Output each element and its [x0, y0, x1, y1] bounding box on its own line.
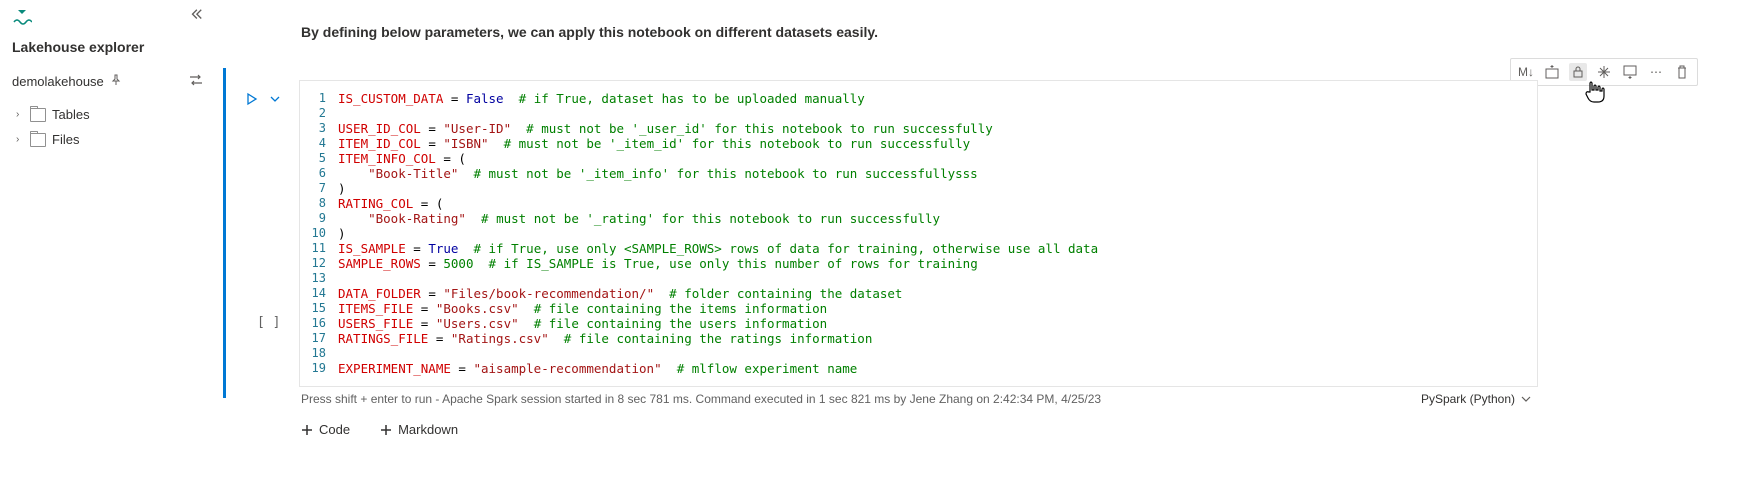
code-line[interactable]: 13: [300, 271, 1537, 286]
line-number: 3: [300, 121, 338, 136]
code-content[interactable]: USER_ID_COL = "User-ID" # must not be '_…: [338, 121, 1537, 136]
run-menu-chevron-icon[interactable]: [269, 93, 281, 108]
line-number: 10: [300, 226, 338, 241]
tree-label: Tables: [52, 107, 90, 122]
code-content[interactable]: USERS_FILE = "Users.csv" # file containi…: [338, 316, 1537, 331]
code-line[interactable]: 4ITEM_ID_COL = "ISBN" # must not be '_it…: [300, 136, 1537, 151]
code-line[interactable]: 5ITEM_INFO_COL = (: [300, 151, 1537, 166]
lakehouse-sidebar: Lakehouse explorer demolakehouse › Table…: [0, 0, 215, 500]
add-cell-below-icon[interactable]: [1621, 63, 1639, 81]
collapse-sidebar-icon[interactable]: [189, 8, 203, 25]
markdown-cell-text: By defining below parameters, we can app…: [301, 24, 1756, 40]
cell-exec-indicator: [ ]: [257, 315, 280, 330]
notebook-main: By defining below parameters, we can app…: [215, 0, 1756, 500]
code-line[interactable]: 7): [300, 181, 1537, 196]
line-number: 13: [300, 271, 338, 286]
code-content[interactable]: [338, 271, 1537, 286]
add-cell-above-icon[interactable]: [1543, 63, 1561, 81]
line-number: 11: [300, 241, 338, 256]
line-number: 15: [300, 301, 338, 316]
folder-icon: [30, 108, 46, 122]
code-line[interactable]: 1IS_CUSTOM_DATA = False # if True, datas…: [300, 91, 1537, 106]
explorer-title: Lakehouse explorer: [12, 39, 215, 55]
code-content[interactable]: RATINGS_FILE = "Ratings.csv" # file cont…: [338, 331, 1537, 346]
more-options-icon[interactable]: ⋯: [1647, 63, 1665, 81]
tree-label: Files: [52, 132, 79, 147]
code-line[interactable]: 6 "Book-Title" # must not be '_item_info…: [300, 166, 1537, 181]
code-content[interactable]: ITEM_INFO_COL = (: [338, 151, 1537, 166]
cell-toolbar: M↓ ⋯: [1510, 58, 1698, 86]
code-line[interactable]: 9 "Book-Rating" # must not be '_rating' …: [300, 211, 1537, 226]
code-content[interactable]: IS_SAMPLE = True # if True, use only <SA…: [338, 241, 1537, 256]
line-number: 4: [300, 136, 338, 151]
code-editor[interactable]: 1IS_CUSTOM_DATA = False # if True, datas…: [299, 80, 1538, 387]
swap-lakehouse-icon[interactable]: [189, 73, 203, 90]
line-number: 6: [300, 166, 338, 181]
folder-icon: [30, 133, 46, 147]
tree-files[interactable]: › Files: [16, 127, 215, 152]
line-number: 14: [300, 286, 338, 301]
line-number: 12: [300, 256, 338, 271]
pin-icon[interactable]: [110, 74, 122, 89]
code-content[interactable]: ITEM_ID_COL = "ISBN" # must not be '_ite…: [338, 136, 1537, 151]
tree-tables[interactable]: › Tables: [16, 102, 215, 127]
cell-selection-indicator: [223, 68, 226, 398]
code-content[interactable]: DATA_FOLDER = "Files/book-recommendation…: [338, 286, 1537, 301]
line-number: 1: [300, 91, 338, 106]
line-number: 9: [300, 211, 338, 226]
code-line[interactable]: 15ITEMS_FILE = "Books.csv" # file contai…: [300, 301, 1537, 316]
delete-cell-icon[interactable]: [1673, 63, 1691, 81]
add-code-cell-button[interactable]: Code: [301, 422, 350, 437]
line-number: 19: [300, 361, 338, 376]
code-content[interactable]: "Book-Rating" # must not be '_rating' fo…: [338, 211, 1537, 226]
code-content[interactable]: ): [338, 226, 1537, 241]
lock-cell-icon[interactable]: [1569, 63, 1587, 81]
line-number: 2: [300, 106, 338, 121]
chevron-down-icon: [1521, 394, 1531, 404]
language-selector[interactable]: PySpark (Python): [1421, 392, 1531, 406]
code-line[interactable]: 2: [300, 106, 1537, 121]
add-markdown-cell-button[interactable]: Markdown: [380, 422, 458, 437]
line-number: 17: [300, 331, 338, 346]
code-content[interactable]: IS_CUSTOM_DATA = False # if True, datase…: [338, 91, 1537, 106]
code-line[interactable]: 3USER_ID_COL = "User-ID" # must not be '…: [300, 121, 1537, 136]
code-line[interactable]: 11IS_SAMPLE = True # if True, use only <…: [300, 241, 1537, 256]
chevron-right-icon: ›: [16, 109, 24, 120]
code-line[interactable]: 10): [300, 226, 1537, 241]
line-number: 18: [300, 346, 338, 361]
code-line[interactable]: 17RATINGS_FILE = "Ratings.csv" # file co…: [300, 331, 1537, 346]
lakehouse-name[interactable]: demolakehouse: [12, 74, 104, 89]
code-content[interactable]: "Book-Title" # must not be '_item_info' …: [338, 166, 1537, 181]
code-content[interactable]: EXPERIMENT_NAME = "aisample-recommendati…: [338, 361, 1537, 376]
lakehouse-logo-icon: [12, 8, 215, 29]
code-line[interactable]: 12SAMPLE_ROWS = 5000 # if IS_SAMPLE is T…: [300, 256, 1537, 271]
code-line[interactable]: 16USERS_FILE = "Users.csv" # file contai…: [300, 316, 1537, 331]
freeze-cell-icon[interactable]: [1595, 63, 1613, 81]
cell-status-text: Press shift + enter to run - Apache Spar…: [301, 392, 1101, 406]
line-number: 7: [300, 181, 338, 196]
code-content[interactable]: RATING_COL = (: [338, 196, 1537, 211]
code-line[interactable]: 19EXPERIMENT_NAME = "aisample-recommenda…: [300, 361, 1537, 376]
code-line[interactable]: 8RATING_COL = (: [300, 196, 1537, 211]
line-number: 5: [300, 151, 338, 166]
code-line[interactable]: 14DATA_FOLDER = "Files/book-recommendati…: [300, 286, 1537, 301]
convert-markdown-button[interactable]: M↓: [1517, 63, 1535, 81]
code-content[interactable]: ): [338, 181, 1537, 196]
code-content[interactable]: SAMPLE_ROWS = 5000 # if IS_SAMPLE is Tru…: [338, 256, 1537, 271]
line-number: 16: [300, 316, 338, 331]
chevron-right-icon: ›: [16, 134, 24, 145]
code-content[interactable]: ITEMS_FILE = "Books.csv" # file containi…: [338, 301, 1537, 316]
code-line[interactable]: 18: [300, 346, 1537, 361]
code-content[interactable]: [338, 106, 1537, 121]
run-cell-button[interactable]: [245, 92, 259, 109]
line-number: 8: [300, 196, 338, 211]
code-content[interactable]: [338, 346, 1537, 361]
